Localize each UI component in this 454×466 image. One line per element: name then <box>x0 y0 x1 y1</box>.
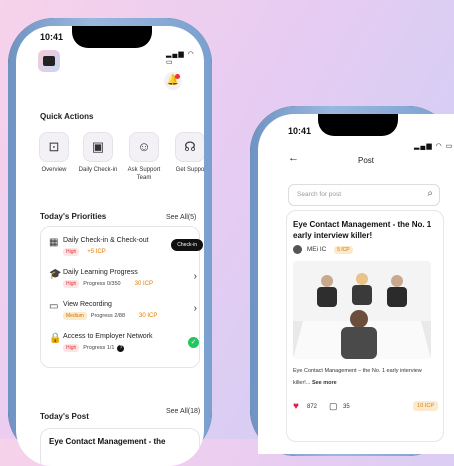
lock-icon: 🔒 <box>49 333 62 344</box>
left-phone: 10:41 ▂▄▆ ◠ ▭ 🔔 Quick Actions ⊡ Overview… <box>8 18 212 466</box>
post-actions: ♥ 872 ▢ 35 10 ICP <box>293 401 438 415</box>
search-input[interactable]: Search for post ⌕ <box>288 184 440 206</box>
task-icp: 30 ICP <box>139 313 158 319</box>
comment-count: 35 <box>343 404 350 410</box>
comment-icon[interactable]: ▢ <box>329 401 338 412</box>
post-card[interactable]: Eye Contact Management - the No. 1 early… <box>286 210 444 442</box>
task-title: View Recording <box>63 301 112 308</box>
author-icp-badge: 5 ICP <box>334 246 353 255</box>
author-name: MEi IC <box>306 246 327 254</box>
quick-action-overview[interactable]: ⊡ Overview <box>32 132 76 174</box>
task-progress: Progress 0/350 <box>83 281 121 287</box>
post-screen: 10:41 ▂▄▆ ◠ ▭ ← Post Search for post ⌕ E… <box>258 114 454 454</box>
task-meta: High Progress 0/350 30 ICP <box>63 280 153 288</box>
overview-icon: ⊡ <box>39 132 69 162</box>
task-meta: High Progress 1/1? <box>63 344 125 352</box>
task-meta: Medium Progress 2/88 30 ICP <box>63 312 157 320</box>
see-more-link[interactable]: See more <box>312 380 337 386</box>
priorities-title: Today's Priorities <box>40 212 107 221</box>
task-progress: Progress 1/1 <box>83 345 115 351</box>
task-meta: High +5 ICP <box>63 248 106 256</box>
home-screen: 10:41 ▂▄▆ ◠ ▭ 🔔 Quick Actions ⊡ Overview… <box>16 26 204 466</box>
graduation-cap-icon: 🎓 <box>49 269 62 280</box>
quick-action-daily-checkin[interactable]: ▣ Daily Check-in <box>76 132 120 174</box>
quick-action-label: Get Suppo <box>175 167 204 173</box>
quick-action-label: Daily Check-in <box>78 167 118 173</box>
status-time: 10:41 <box>40 32 64 42</box>
post-author[interactable]: MEi IC 5 ICP <box>293 245 357 255</box>
quick-action-label: Ask Support Team <box>127 167 161 181</box>
app-logo <box>38 50 60 72</box>
post-excerpt: Eye Contact Management – the No. 1 early… <box>293 365 438 389</box>
calendar-icon: ▦ <box>49 237 59 248</box>
interview-photo <box>293 261 431 359</box>
post-image[interactable] <box>293 261 431 359</box>
todays-post-title: Today's Post <box>40 412 89 421</box>
check-circle-icon: ✓ <box>188 337 199 348</box>
search-placeholder: Search for post <box>297 191 342 198</box>
task-daily-checkin[interactable]: ▦ Daily Check-in & Check-out High +5 ICP … <box>49 237 203 261</box>
todays-post-card[interactable]: Eye Contact Management - the <box>40 428 200 466</box>
notification-bell-icon[interactable]: 🔔 <box>164 72 182 90</box>
back-arrow-icon[interactable]: ← <box>288 152 299 164</box>
like-count: 872 <box>307 404 318 410</box>
priorities-see-all-link[interactable]: See All(5) <box>166 214 196 221</box>
search-icon[interactable]: ⌕ <box>427 188 433 199</box>
priority-badge: High <box>63 344 80 352</box>
priority-badge: Medium <box>63 312 87 320</box>
task-title: Daily Check-in & Check-out <box>63 237 149 244</box>
post-icp-badge: 10 ICP <box>413 401 438 411</box>
priorities-card: ▦ Daily Check-in & Check-out High +5 ICP … <box>40 226 203 368</box>
quick-action-label: Overview <box>41 167 67 173</box>
quick-actions-title: Quick Actions <box>40 112 94 121</box>
notch <box>72 26 152 48</box>
priority-badge: High <box>63 248 80 256</box>
heart-icon[interactable]: ♥ <box>293 401 299 412</box>
presentation-icon: ▭ <box>49 301 59 312</box>
todays-post-see-all-link[interactable]: See All(18) <box>166 408 200 415</box>
quick-action-get-support[interactable]: ☊ Get Suppo <box>168 132 204 174</box>
right-phone: 10:41 ▂▄▆ ◠ ▭ ← Post Search for post ⌕ E… <box>250 106 454 456</box>
task-view-recording[interactable]: ▭ View Recording Medium Progress 2/88 30 I… <box>49 301 199 325</box>
post-title: Eye Contact Management - the No. 1 early… <box>293 220 432 240</box>
chevron-right-icon: › <box>193 271 197 282</box>
headset-icon: ☊ <box>175 132 204 162</box>
task-icp: 30 ICP <box>134 281 153 287</box>
post-preview-title: Eye Contact Management - the <box>49 437 166 446</box>
status-time: 10:41 <box>288 126 312 136</box>
check-in-button[interactable]: Check-in <box>171 239 203 251</box>
task-title: Daily Learning Progress <box>63 269 138 276</box>
notch <box>318 114 398 136</box>
status-icons: ▂▄▆ ◠ ▭ <box>414 143 454 150</box>
support-team-icon: ☺ <box>129 132 159 162</box>
avatar <box>293 245 302 254</box>
task-progress: Progress 2/88 <box>90 313 126 319</box>
help-icon[interactable]: ? <box>117 345 125 352</box>
task-learning-progress[interactable]: 🎓 Daily Learning Progress High Progress 0… <box>49 269 199 293</box>
chevron-right-icon: › <box>193 303 197 314</box>
task-icp: +5 ICP <box>87 249 106 255</box>
calendar-check-icon: ▣ <box>83 132 113 162</box>
status-icons: ▂▄▆ ◠ ▭ <box>166 51 195 66</box>
priority-badge: High <box>63 280 80 288</box>
screen-title: Post <box>358 156 375 165</box>
quick-action-ask-support[interactable]: ☺ Ask Support Team <box>122 132 166 182</box>
task-title: Access to Employer Network <box>63 333 153 340</box>
task-employer-network[interactable]: 🔒 Access to Employer Network High Progres… <box>49 333 199 357</box>
